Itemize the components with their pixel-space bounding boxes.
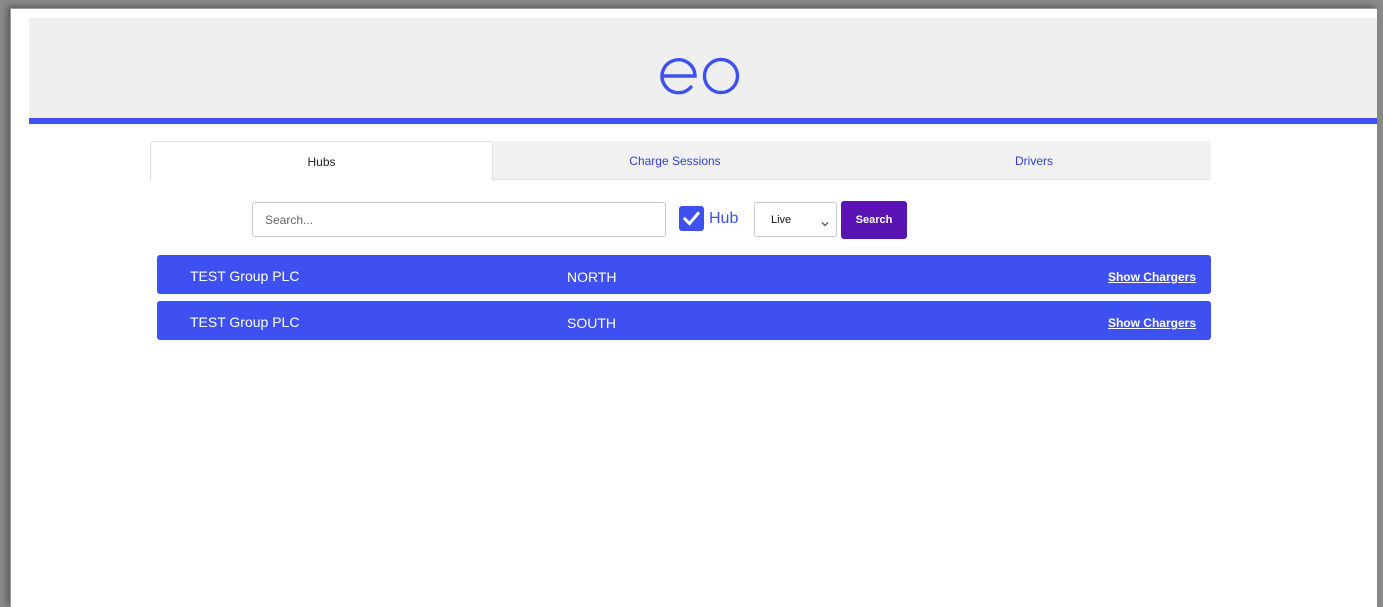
show-chargers-link[interactable]: Show Chargers <box>1108 316 1196 330</box>
tab-hubs[interactable]: Hubs <box>150 141 493 181</box>
hub-row: TEST Group PLC SOUTH Show Chargers <box>157 301 1211 340</box>
hub-region: SOUTH <box>567 315 616 331</box>
eo-logo <box>658 56 744 96</box>
hub-checkbox[interactable] <box>679 206 704 231</box>
hub-checkbox-label[interactable]: Hub <box>709 210 738 228</box>
tab-drivers[interactable]: Drivers <box>857 141 1211 180</box>
checkmark-icon <box>682 211 701 226</box>
header-accent-bar <box>29 118 1377 124</box>
search-button[interactable]: Search <box>841 201 907 239</box>
show-chargers-link[interactable]: Show Chargers <box>1108 270 1196 284</box>
tab-charge-sessions[interactable]: Charge Sessions <box>493 141 857 180</box>
main-tabs: Hubs Charge Sessions Drivers <box>150 141 1211 181</box>
app-window: Hubs Charge Sessions Drivers Hub Live Se… <box>10 8 1377 607</box>
hub-company: TEST Group PLC <box>190 314 300 330</box>
search-input[interactable] <box>252 202 666 237</box>
hub-region: NORTH <box>567 269 617 285</box>
status-select[interactable]: Live <box>754 202 837 237</box>
app-header <box>29 18 1377 118</box>
chevron-down-icon <box>820 215 830 233</box>
hub-row: TEST Group PLC NORTH Show Chargers <box>157 255 1211 294</box>
status-select-value: Live <box>771 214 792 226</box>
hub-company: TEST Group PLC <box>190 268 300 284</box>
